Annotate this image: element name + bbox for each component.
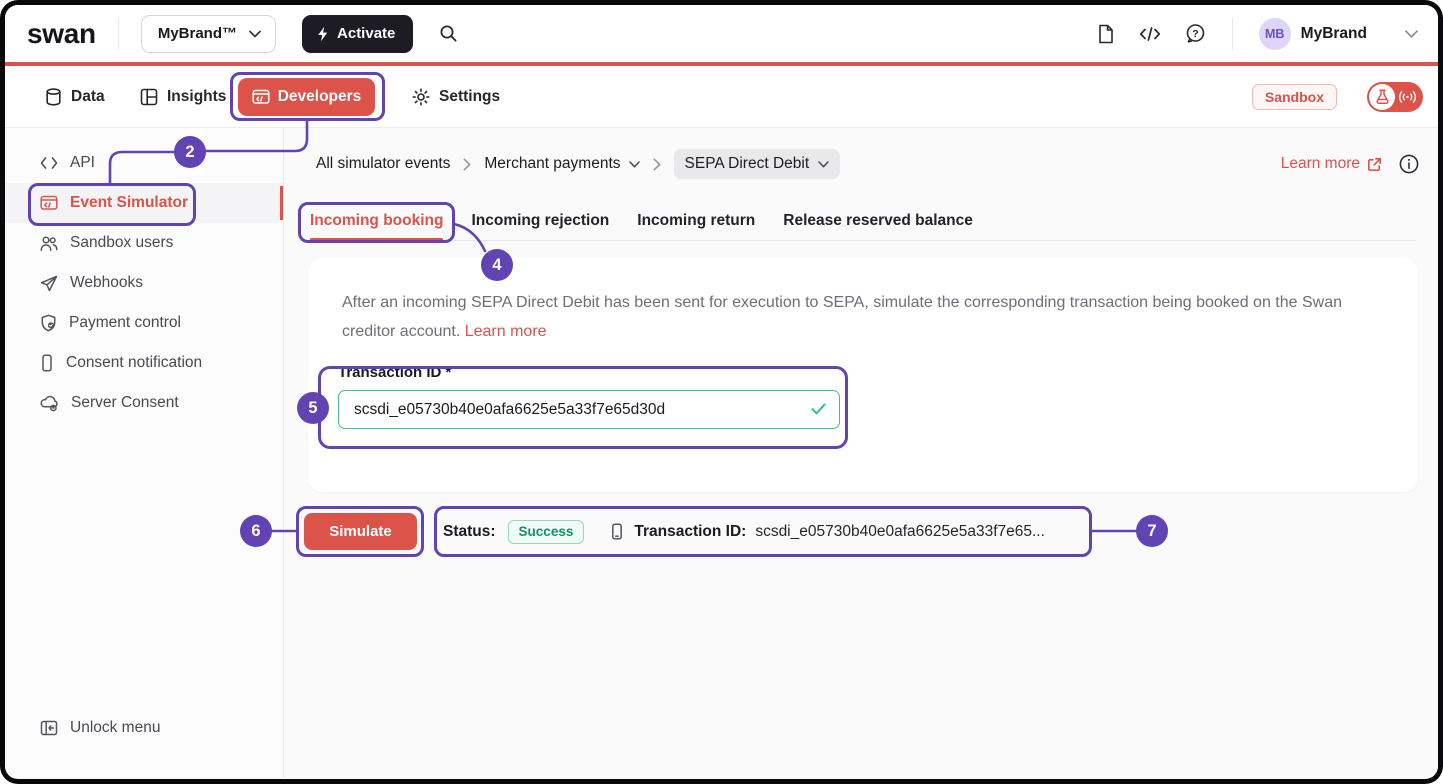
sidebar-item-payment-control[interactable]: Payment control bbox=[5, 303, 283, 343]
chevron-down-icon bbox=[629, 161, 640, 168]
sidebar: API Event Simulator Sandbox users Webhoo… bbox=[5, 128, 284, 778]
code-icon[interactable] bbox=[1139, 26, 1161, 42]
users-icon bbox=[40, 235, 58, 252]
learn-more-inline-link[interactable]: Learn more bbox=[465, 323, 547, 340]
sidebar-item-server-consent[interactable]: Server Consent bbox=[5, 383, 283, 423]
smartphone-icon bbox=[40, 354, 54, 372]
copy-icon[interactable] bbox=[610, 522, 624, 541]
sidebar-item-label: Payment control bbox=[69, 314, 181, 332]
sidebar-item-webhooks[interactable]: Webhooks bbox=[5, 263, 283, 303]
sidebar-collapse-icon bbox=[40, 720, 58, 736]
search-icon[interactable] bbox=[439, 24, 458, 43]
info-icon[interactable] bbox=[1398, 153, 1420, 175]
breadcrumb-category-label: Merchant payments bbox=[484, 155, 620, 173]
sidebar-item-label: Event Simulator bbox=[70, 194, 188, 212]
sidebar-item-api[interactable]: API bbox=[5, 143, 283, 183]
sidebar-item-consent-notification[interactable]: Consent notification bbox=[5, 343, 283, 383]
window-code-icon bbox=[252, 89, 270, 105]
transaction-id-result-value: scsdi_e05730b40e0afa6625e5a33f7e65... bbox=[755, 523, 1045, 541]
checkmark-icon bbox=[811, 403, 826, 415]
activate-button[interactable]: Activate bbox=[302, 15, 413, 53]
main-nav: Data Insights Developers Settings Sandbo… bbox=[5, 66, 1438, 128]
sidebar-item-event-simulator[interactable]: Event Simulator bbox=[5, 183, 283, 223]
nav-item-settings[interactable]: Settings bbox=[412, 88, 500, 106]
grid-icon bbox=[140, 88, 158, 106]
nav-label: Developers bbox=[278, 88, 362, 106]
top-right-group: ? MB MyBrand bbox=[1097, 18, 1418, 50]
sidebar-item-unlock-menu[interactable]: Unlock menu bbox=[5, 708, 282, 748]
svg-text:?: ? bbox=[1192, 28, 1198, 40]
status-badge: Success bbox=[508, 520, 585, 544]
project-selector[interactable]: MyBrand™ bbox=[141, 15, 276, 53]
breadcrumb-root[interactable]: All simulator events bbox=[316, 155, 450, 173]
nav-label: Data bbox=[71, 88, 105, 106]
account-name: MyBrand bbox=[1301, 25, 1367, 43]
breadcrumb-current[interactable]: SEPA Direct Debit bbox=[674, 149, 841, 179]
tab-incoming-return[interactable]: Incoming return bbox=[625, 202, 767, 240]
learn-more-label: Learn more bbox=[1281, 155, 1360, 173]
app-window: swan MyBrand™ Activate ? bbox=[0, 0, 1443, 784]
lightning-icon bbox=[316, 26, 329, 42]
app-surface: swan MyBrand™ Activate ? bbox=[5, 5, 1438, 779]
paper-plane-icon bbox=[40, 275, 58, 292]
nav-item-developers[interactable]: Developers bbox=[238, 78, 375, 116]
cloud-icon bbox=[40, 395, 59, 412]
transaction-id-label: Transaction ID * bbox=[338, 364, 840, 381]
chevron-right-icon bbox=[653, 158, 661, 171]
nav-label: Insights bbox=[167, 88, 226, 106]
simulate-button[interactable]: Simulate bbox=[304, 513, 417, 550]
status-label: Status: bbox=[443, 523, 496, 541]
chevron-down-icon bbox=[818, 161, 829, 168]
account-menu[interactable]: MB MyBrand bbox=[1259, 18, 1418, 50]
divider bbox=[1232, 18, 1233, 50]
external-link-icon bbox=[1367, 157, 1382, 172]
sidebar-item-label: Consent notification bbox=[66, 354, 202, 372]
avatar: MB bbox=[1259, 18, 1291, 50]
nav-item-data[interactable]: Data bbox=[45, 88, 105, 106]
transaction-id-input[interactable] bbox=[338, 390, 840, 429]
transaction-id-result-label: Transaction ID: bbox=[634, 523, 746, 541]
flask-icon bbox=[1369, 84, 1395, 110]
sandbox-badge: Sandbox bbox=[1252, 84, 1337, 110]
sidebar-item-label: Sandbox users bbox=[70, 234, 173, 252]
card-description: After an incoming SEPA Direct Debit has … bbox=[342, 288, 1342, 346]
sidebar-item-sandbox-users[interactable]: Sandbox users bbox=[5, 223, 283, 263]
tab-bar: Incoming booking Incoming rejection Inco… bbox=[298, 202, 1416, 241]
shield-check-icon bbox=[40, 314, 57, 332]
breadcrumb: All simulator events Merchant payments S… bbox=[316, 149, 840, 179]
help-icon[interactable]: ? bbox=[1185, 23, 1206, 44]
swan-logo: swan bbox=[27, 18, 96, 50]
nav-label: Settings bbox=[439, 88, 500, 106]
tab-incoming-rejection[interactable]: Incoming rejection bbox=[459, 202, 621, 240]
project-name: MyBrand™ bbox=[158, 25, 237, 42]
tab-incoming-booking[interactable]: Incoming booking bbox=[298, 202, 455, 240]
simulation-result: Status: Success Transaction ID: scsdi_e0… bbox=[443, 506, 1045, 557]
gear-icon bbox=[412, 88, 430, 106]
sidebar-item-label: Server Consent bbox=[71, 394, 179, 412]
sidebar-item-label: Unlock menu bbox=[70, 719, 160, 737]
nav-item-insights[interactable]: Insights bbox=[140, 88, 226, 106]
simulator-card: After an incoming SEPA Direct Debit has … bbox=[308, 258, 1418, 492]
breadcrumb-category[interactable]: Merchant payments bbox=[484, 155, 639, 173]
chevron-down-icon bbox=[249, 30, 261, 38]
tab-release-reserved-balance[interactable]: Release reserved balance bbox=[771, 202, 985, 240]
top-bar: swan MyBrand™ Activate ? bbox=[5, 5, 1438, 62]
transaction-id-field-group: Transaction ID * bbox=[338, 364, 840, 429]
sidebar-item-label: Webhooks bbox=[70, 274, 143, 292]
divider bbox=[118, 18, 119, 50]
main-content: All simulator events Merchant payments S… bbox=[284, 128, 1438, 778]
code-brackets-icon bbox=[40, 155, 58, 171]
database-icon bbox=[45, 88, 62, 106]
breadcrumb-current-label: SEPA Direct Debit bbox=[685, 155, 810, 173]
activate-label: Activate bbox=[337, 25, 395, 42]
event-simulator-icon bbox=[40, 195, 58, 211]
learn-more-link[interactable]: Learn more bbox=[1281, 155, 1382, 173]
chevron-down-icon bbox=[1405, 30, 1418, 38]
sidebar-item-label: API bbox=[70, 154, 95, 172]
sandbox-toggle[interactable] bbox=[1367, 82, 1423, 112]
signal-icon bbox=[1398, 90, 1417, 104]
docs-icon[interactable] bbox=[1097, 24, 1115, 44]
chevron-right-icon bbox=[463, 158, 471, 171]
